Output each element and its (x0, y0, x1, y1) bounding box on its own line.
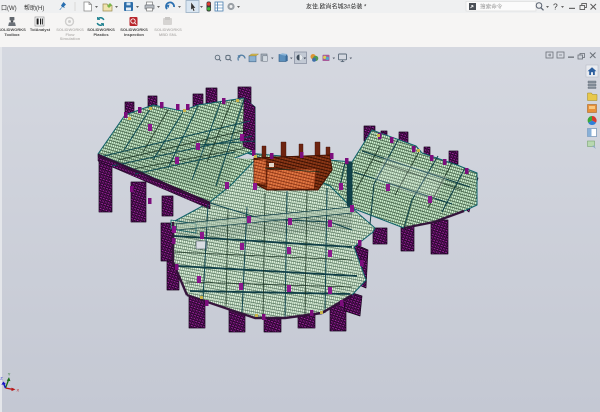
svg-text:Y: Y (8, 372, 11, 377)
svg-text:搜索命令: 搜索命令 (480, 3, 503, 11)
svg-text:友佳.欧尚名城3#总装 *: 友佳.欧尚名城3#总装 * (306, 3, 367, 11)
svg-text:?: ? (553, 2, 558, 12)
svg-text:X: X (17, 388, 20, 393)
